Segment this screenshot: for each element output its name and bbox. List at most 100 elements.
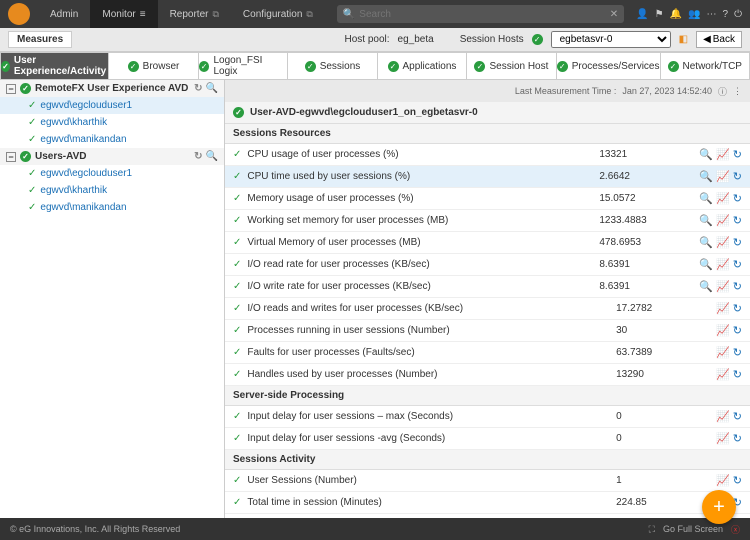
user-icon[interactable]: 👤 [636, 9, 648, 20]
tree-group-users-avd[interactable]: − ✓ Users-AVD ↻🔍 [0, 148, 224, 165]
history-icon[interactable]: ↻ [733, 302, 742, 315]
tree-user[interactable]: ✓egwvd\kharthik [0, 182, 224, 199]
collapse-icon[interactable]: − [6, 152, 16, 162]
search-input[interactable] [359, 9, 606, 20]
metric-row[interactable]: ✓Faults for user processes (Faults/sec)6… [225, 342, 750, 364]
bell-icon[interactable]: 🔔 [670, 9, 682, 20]
history-icon[interactable]: ↻ [733, 258, 742, 271]
history-icon[interactable]: ↻ [733, 474, 742, 487]
back-button[interactable]: ◀Back [696, 31, 742, 48]
metric-row[interactable]: ✓Input delay for user sessions – max (Se… [225, 406, 750, 428]
tab-processes[interactable]: ✓Processes/Services [557, 52, 661, 80]
add-fab[interactable]: + [702, 490, 736, 524]
nav-reporter[interactable]: Reporter⧉ [158, 0, 231, 28]
nav-monitor[interactable]: Monitor≡ [90, 0, 157, 28]
tab-logon[interactable]: ✓Logon_FSI Logix [199, 52, 288, 80]
metric-value: 63.7389 [616, 347, 716, 358]
refresh-icon[interactable]: ↻ [194, 83, 202, 94]
history-icon[interactable]: ↻ [733, 368, 742, 381]
history-icon[interactable]: ↻ [733, 324, 742, 337]
magnify-icon[interactable]: 🔍 [699, 148, 713, 161]
metric-row[interactable]: ✓CPU usage of user processes (%)13321🔍📈↻ [225, 144, 750, 166]
magnify-icon[interactable]: 🔍 [699, 214, 713, 227]
history-icon[interactable]: ↻ [733, 432, 742, 445]
history-icon[interactable]: ↻ [733, 280, 742, 293]
tree-user[interactable]: ✓egwvd\manikandan [0, 199, 224, 216]
tree-group-remotefx[interactable]: − ✓ RemoteFX User Experience AVD ↻🔍 [0, 80, 224, 97]
tab-session-host[interactable]: ✓Session Host [467, 52, 556, 80]
history-icon[interactable]: ↻ [733, 148, 742, 161]
tab-applications[interactable]: ✓Applications [378, 52, 467, 80]
metric-row[interactable]: ✓I/O write rate for user processes (KB/s… [225, 276, 750, 298]
history-icon[interactable]: ↻ [733, 236, 742, 249]
metric-row[interactable]: ✓I/O read rate for user processes (KB/se… [225, 254, 750, 276]
tree-user[interactable]: ✓egwvd\egclouduser1 [0, 165, 224, 182]
metrics-table[interactable]: Sessions Resources✓CPU usage of user pro… [225, 124, 750, 522]
chart-icon[interactable]: 📈 [716, 258, 730, 271]
tab-network[interactable]: ✓Network/TCP [661, 52, 750, 80]
alert-icon[interactable]: ⚑ [655, 9, 664, 20]
fullscreen-icon[interactable]: ⛶ [649, 524, 655, 535]
metric-value: 13321 [599, 149, 699, 160]
tab-sessions[interactable]: ✓Sessions [288, 52, 377, 80]
layers-icon[interactable]: ◧ [679, 34, 688, 45]
more-icon[interactable]: ⋯ [707, 9, 717, 20]
nav-configuration[interactable]: Configuration⧉ [231, 0, 325, 28]
magnify-icon[interactable]: 🔍 [699, 258, 713, 271]
search-icon[interactable]: 🔍 [206, 83, 218, 94]
chart-icon[interactable]: 📈 [716, 192, 730, 205]
history-icon[interactable]: ↻ [733, 214, 742, 227]
chart-icon[interactable]: 📈 [716, 410, 730, 423]
metric-row[interactable]: ✓Processes running in user sessions (Num… [225, 320, 750, 342]
collapse-icon[interactable]: − [6, 84, 16, 94]
metric-row[interactable]: ✓Working set memory for user processes (… [225, 210, 750, 232]
tab-browser[interactable]: ✓Browser [109, 52, 198, 80]
chart-icon[interactable]: 📈 [716, 324, 730, 337]
session-host-select[interactable]: egbetasvr-0 [551, 31, 671, 48]
history-icon[interactable]: ↻ [733, 410, 742, 423]
metric-row[interactable]: ✓I/O reads and writes for user processes… [225, 298, 750, 320]
info-icon[interactable]: ⓘ [718, 85, 727, 98]
chart-icon[interactable]: 📈 [716, 236, 730, 249]
metric-value: 478.6953 [599, 237, 699, 248]
metric-row[interactable]: ✓User Sessions (Number)1📈↻ [225, 470, 750, 492]
power-icon[interactable]: ⏻ [734, 9, 742, 20]
chart-icon[interactable]: 📈 [716, 148, 730, 161]
fullscreen-label[interactable]: Go Full Screen [663, 524, 723, 534]
measures-tab[interactable]: Measures [8, 31, 72, 48]
nav-admin[interactable]: Admin [38, 0, 90, 28]
menu-icon[interactable]: ⋮ [733, 86, 742, 97]
chart-icon[interactable]: 📈 [716, 214, 730, 227]
users-icon[interactable]: 👥 [688, 9, 700, 20]
metric-row[interactable]: ✓Memory usage of user processes (%)15.05… [225, 188, 750, 210]
tree-user[interactable]: ✓egwvd\kharthik [0, 114, 224, 131]
history-icon[interactable]: ↻ [733, 192, 742, 205]
magnify-icon[interactable]: 🔍 [699, 280, 713, 293]
tree-user[interactable]: ✓egwvd\egclouduser1 [0, 97, 224, 114]
chart-icon[interactable]: 📈 [716, 346, 730, 359]
metric-row[interactable]: ✓Total time in session (Minutes)224.85📈↻ [225, 492, 750, 514]
refresh-icon[interactable]: ↻ [194, 151, 202, 162]
chart-icon[interactable]: 📈 [716, 474, 730, 487]
chart-icon[interactable]: 📈 [716, 280, 730, 293]
search-icon[interactable]: 🔍 [206, 151, 218, 162]
search-box[interactable]: 🔍 ✕ [337, 5, 624, 23]
history-icon[interactable]: ↻ [733, 346, 742, 359]
magnify-icon[interactable]: 🔍 [699, 192, 713, 205]
clear-icon[interactable]: ✕ [610, 9, 618, 20]
chart-icon[interactable]: 📈 [716, 368, 730, 381]
tab-user-experience[interactable]: ✓User Experience/Activity [0, 52, 109, 80]
help-icon[interactable]: ? [723, 9, 729, 20]
chart-icon[interactable]: 📈 [716, 432, 730, 445]
tree-user[interactable]: ✓egwvd\manikandan [0, 131, 224, 148]
history-icon[interactable]: ↻ [733, 170, 742, 183]
metric-row[interactable]: ✓Input delay for user sessions -avg (Sec… [225, 428, 750, 450]
close-icon[interactable]: ⓧ [731, 523, 740, 536]
metric-row[interactable]: ✓Virtual Memory of user processes (MB)47… [225, 232, 750, 254]
metric-row[interactable]: ✓Handles used by user processes (Number)… [225, 364, 750, 386]
chart-icon[interactable]: 📈 [716, 302, 730, 315]
magnify-icon[interactable]: 🔍 [699, 236, 713, 249]
chart-icon[interactable]: 📈 [716, 170, 730, 183]
magnify-icon[interactable]: 🔍 [699, 170, 713, 183]
metric-row[interactable]: ✓CPU time used by user sessions (%)2.664… [225, 166, 750, 188]
